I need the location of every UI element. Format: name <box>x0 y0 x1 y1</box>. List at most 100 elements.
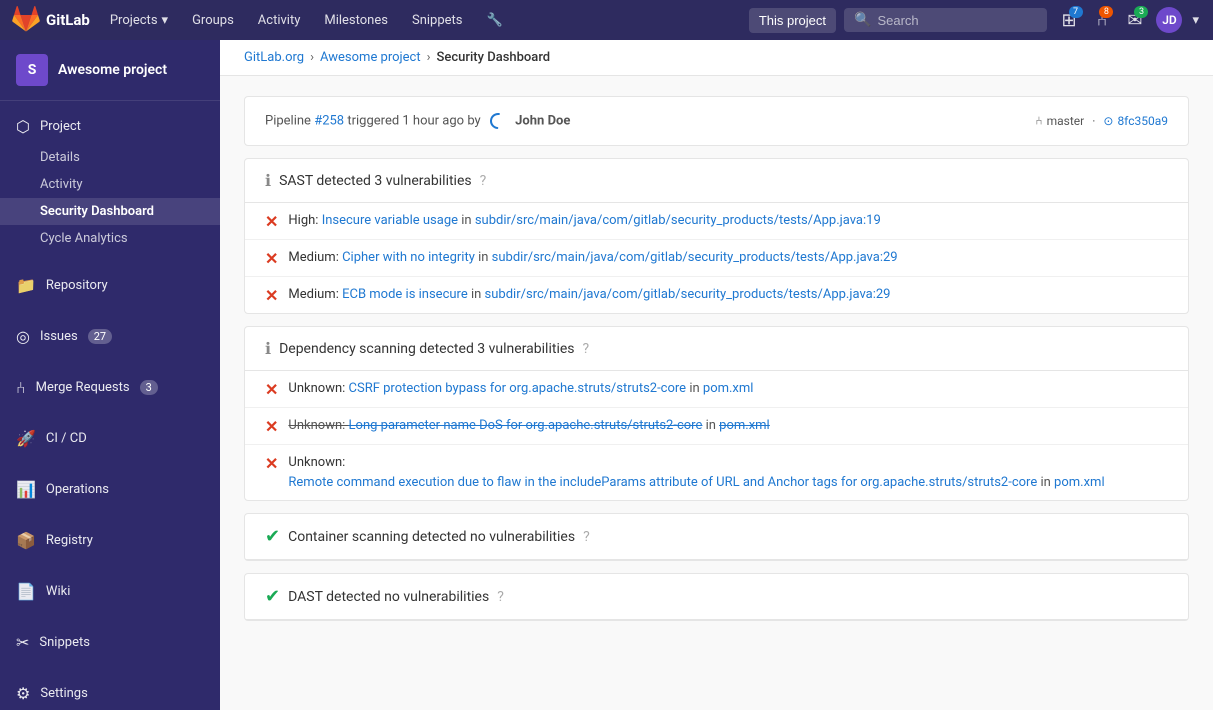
search-bar[interactable]: 🔍 <box>844 8 1047 32</box>
dep-link-2[interactable]: Long parameter name DoS for org.apache.s… <box>349 418 703 433</box>
search-input[interactable] <box>877 13 1037 28</box>
project-avatar: S <box>16 54 48 86</box>
dast-help-icon[interactable]: ? <box>497 589 504 605</box>
dast-section: ✔ DAST detected no vulnerabilities ? <box>244 573 1189 621</box>
sidebar-item-wiki[interactable]: 📄 Wiki <box>0 574 220 609</box>
dependency-header: ℹ Dependency scanning detected 3 vulnera… <box>245 327 1188 371</box>
merge-badge: 3 <box>140 380 158 395</box>
dep-item-2-text: Unknown: Long parameter name DoS for org… <box>288 416 769 436</box>
sidebar-item-repository[interactable]: 📁 Repository <box>0 268 220 303</box>
sidebar-item-settings[interactable]: ⚙ Settings <box>0 676 220 710</box>
todo-button[interactable]: ⊞ 7 <box>1055 6 1082 35</box>
sast-section: ℹ SAST detected 3 vulnerabilities ? ✕ Hi… <box>244 158 1189 314</box>
dep-item-1-text: Unknown: CSRF protection bypass for org.… <box>288 379 753 399</box>
sast-path-1[interactable]: subdir/src/main/java/com/gitlab/security… <box>475 213 881 228</box>
this-project-button[interactable]: This project <box>749 8 836 33</box>
pipeline-triggered-text: triggered 1 hour ago by <box>347 113 480 128</box>
project-header: S Awesome project <box>0 40 220 101</box>
pipeline-spinner-icon <box>488 111 508 131</box>
merge-requests-button[interactable]: ⑃ 8 <box>1091 6 1114 35</box>
sidebar: S Awesome project ⬡ Project Details Acti… <box>0 40 220 710</box>
sidebar-snippets-section: ✂ Snippets <box>0 617 220 668</box>
dep-link-1[interactable]: CSRF protection bypass for org.apache.st… <box>349 381 687 396</box>
sidebar-item-ci-cd[interactable]: 🚀 CI / CD <box>0 421 220 456</box>
sidebar-item-security-dashboard[interactable]: Security Dashboard <box>0 198 220 225</box>
dep-path-3[interactable]: pom.xml <box>1054 475 1105 490</box>
pipeline-author: John Doe <box>515 113 570 128</box>
sast-info-icon: ℹ <box>265 171 271 190</box>
sast-item-1: ✕ High: Insecure variable usage in subdi… <box>245 203 1188 240</box>
breadcrumb-project[interactable]: Awesome project <box>320 50 421 65</box>
search-icon: 🔍 <box>854 12 871 28</box>
container-header-text: Container scanning detected no vulnerabi… <box>288 529 575 545</box>
breadcrumb-gitlab-org[interactable]: GitLab.org <box>244 50 304 65</box>
avatar-arrow[interactable]: ▾ <box>1190 13 1201 28</box>
page-layout: S Awesome project ⬡ Project Details Acti… <box>0 40 1213 710</box>
dep-item-1: ✕ Unknown: CSRF protection bypass for or… <box>245 371 1188 408</box>
sidebar-item-operations[interactable]: 📊 Operations <box>0 472 220 507</box>
pipeline-link[interactable]: #258 <box>314 113 344 128</box>
sidebar-wiki-section: 📄 Wiki <box>0 566 220 617</box>
sast-link-3[interactable]: ECB mode is insecure <box>342 287 468 302</box>
sidebar-operations-section: 📊 Operations <box>0 464 220 515</box>
nav-groups[interactable]: Groups <box>184 9 242 32</box>
sidebar-item-registry[interactable]: 📦 Registry <box>0 523 220 558</box>
branch-icon: ⑃ <box>1035 114 1042 128</box>
dast-header-text: DAST detected no vulnerabilities <box>288 589 489 605</box>
sast-help-icon[interactable]: ? <box>480 173 487 189</box>
inbox-button[interactable]: ✉ 3 <box>1121 6 1148 35</box>
dependency-help-icon[interactable]: ? <box>583 341 590 357</box>
sast-item-3: ✕ Medium: ECB mode is insecure in subdir… <box>245 277 1188 313</box>
inbox-badge: 3 <box>1134 6 1148 18</box>
pipeline-info: Pipeline #258 triggered 1 hour ago by Jo… <box>265 111 570 131</box>
dep-path-1[interactable]: pom.xml <box>703 381 754 396</box>
sidebar-item-snippets[interactable]: ✂ Snippets <box>0 625 220 660</box>
container-section: ✔ Container scanning detected no vulnera… <box>244 513 1189 561</box>
nav-projects[interactable]: Projects ▾ <box>102 9 176 32</box>
breadcrumb: GitLab.org › Awesome project › Security … <box>220 40 1213 76</box>
ci-icon: 🚀 <box>16 429 36 448</box>
dast-check-icon: ✔ <box>265 586 280 607</box>
sast-link-2[interactable]: Cipher with no integrity <box>342 250 475 265</box>
sast-item-3-text: Medium: ECB mode is insecure in subdir/s… <box>288 285 890 305</box>
project-section: ⬡ Project Details Activity Security Dash… <box>0 101 220 260</box>
nav-snippets[interactable]: Snippets <box>404 9 471 32</box>
sidebar-item-activity[interactable]: Activity <box>0 171 220 198</box>
snippets-icon: ✂ <box>16 633 29 652</box>
sast-path-3[interactable]: subdir/src/main/java/com/gitlab/security… <box>485 287 891 302</box>
sast-item-1-text: High: Insecure variable usage in subdir/… <box>288 211 880 231</box>
sast-x-1: ✕ <box>265 212 278 231</box>
dep-link-3[interactable]: Remote command execution due to flaw in … <box>288 475 1037 490</box>
sast-path-2[interactable]: subdir/src/main/java/com/gitlab/security… <box>492 250 898 265</box>
dependency-section: ℹ Dependency scanning detected 3 vulnera… <box>244 326 1189 501</box>
sidebar-item-issues[interactable]: ◎ Issues 27 <box>0 319 220 354</box>
settings-icon: ⚙ <box>16 684 30 703</box>
nav-wrench[interactable]: 🔧 <box>478 9 510 32</box>
user-avatar[interactable]: JD <box>1156 7 1182 33</box>
container-help-icon[interactable]: ? <box>583 529 590 545</box>
dep-path-2[interactable]: pom.xml <box>719 418 770 433</box>
sidebar-item-merge-requests[interactable]: ⑃ Merge Requests 3 <box>0 370 220 405</box>
nav-milestones[interactable]: Milestones <box>316 9 396 32</box>
commit-hash: 8fc350a9 <box>1117 114 1168 128</box>
top-navigation: GitLab Projects ▾ Groups Activity Milest… <box>0 0 1213 40</box>
sidebar-project-label: Project <box>40 119 81 134</box>
logo-text: GitLab <box>46 11 90 29</box>
merge-icon: ⑃ <box>16 378 26 397</box>
todo-badge: 7 <box>1069 6 1083 18</box>
sast-header-text: SAST detected 3 vulnerabilities <box>279 173 472 189</box>
sidebar-settings-section: ⚙ Settings <box>0 668 220 710</box>
sidebar-item-cycle-analytics[interactable]: Cycle Analytics <box>0 225 220 252</box>
dep-item-3-text: Unknown: Remote command execution due to… <box>288 453 1104 492</box>
nav-activity[interactable]: Activity <box>250 9 309 32</box>
page-content: Pipeline #258 triggered 1 hour ago by Jo… <box>220 76 1213 641</box>
sidebar-project-header-item[interactable]: ⬡ Project <box>0 109 220 144</box>
container-check-icon: ✔ <box>265 526 280 547</box>
project-icon: ⬡ <box>16 117 30 136</box>
sidebar-registry-section: 📦 Registry <box>0 515 220 566</box>
breadcrumb-sep1: › <box>310 50 314 65</box>
sidebar-item-details[interactable]: Details <box>0 144 220 171</box>
gitlab-logo[interactable]: GitLab <box>12 6 90 34</box>
sast-link-1[interactable]: Insecure variable usage <box>322 213 458 228</box>
pipeline-commit[interactable]: ⊙ 8fc350a9 <box>1103 114 1168 128</box>
